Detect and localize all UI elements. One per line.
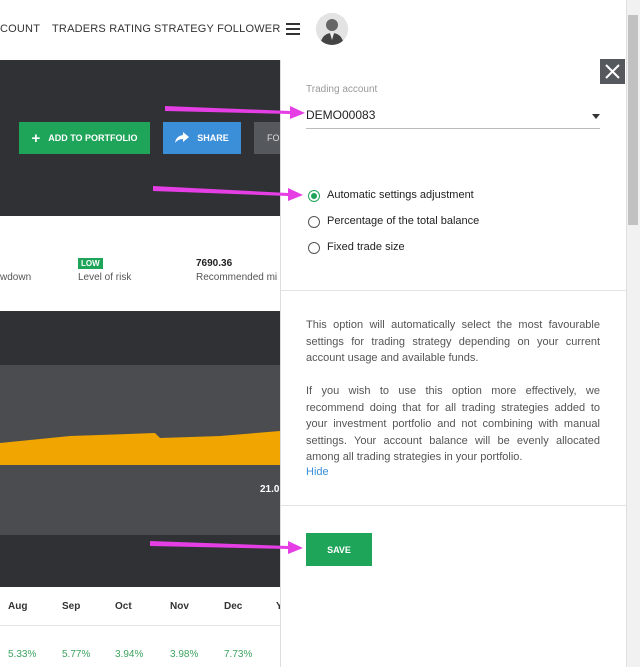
annotation-arrows <box>150 106 305 554</box>
arrow-to-account-icon <box>165 106 305 119</box>
arrow-to-save-icon <box>150 541 303 554</box>
arrow-to-automatic-option-icon <box>153 186 303 201</box>
